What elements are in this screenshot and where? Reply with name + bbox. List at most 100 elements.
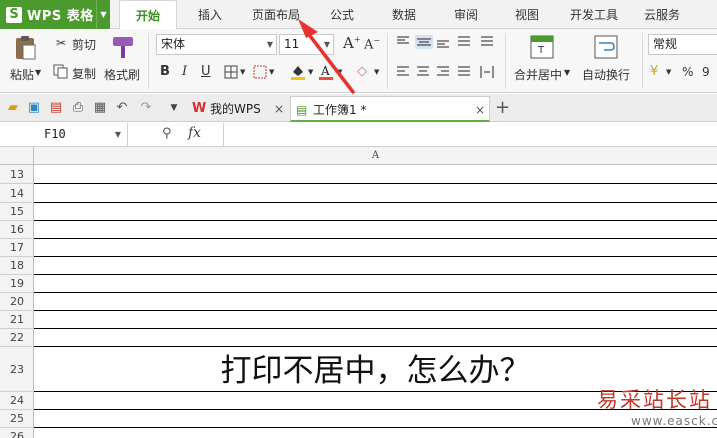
wrap-text-button[interactable]: 自动换行 bbox=[582, 66, 630, 83]
chevron-down-icon[interactable]: ▼ bbox=[337, 68, 342, 76]
tab-insert[interactable]: 插入 bbox=[187, 0, 233, 29]
open-folder-icon[interactable]: ▰ bbox=[5, 100, 21, 116]
ribbon-divider bbox=[148, 33, 149, 89]
chevron-down-icon[interactable]: ▼ bbox=[115, 123, 121, 146]
cut-button[interactable]: 剪切 bbox=[72, 36, 96, 53]
font-size-select[interactable]: 11 ▼ bbox=[279, 34, 334, 55]
format-painter-icon[interactable] bbox=[110, 34, 136, 60]
font-name-value: 宋体 bbox=[161, 37, 186, 51]
doc-tab-label: 我的WPS bbox=[210, 102, 261, 116]
formula-tools: ⚲ fx bbox=[128, 123, 224, 146]
borders-icon[interactable] bbox=[224, 65, 238, 79]
app-menu-button[interactable]: S WPS 表格 ▼ bbox=[0, 0, 110, 29]
percent-button[interactable]: % bbox=[682, 65, 693, 79]
print-preview-icon[interactable]: ▦ bbox=[92, 100, 108, 116]
zoom-search-icon[interactable]: ⚲ bbox=[162, 126, 172, 141]
row-header[interactable]: 26 bbox=[0, 427, 34, 438]
row-header[interactable]: 18 bbox=[0, 256, 34, 274]
tab-page-layout[interactable]: 页面布局 bbox=[243, 0, 309, 29]
select-all-corner[interactable] bbox=[0, 147, 34, 165]
app-menu-caret-icon[interactable]: ▼ bbox=[96, 0, 110, 29]
row-header[interactable]: 13 bbox=[0, 165, 34, 183]
row-border bbox=[34, 238, 717, 239]
paste-button[interactable]: 粘贴 bbox=[10, 66, 34, 83]
tab-cloud-service[interactable]: 云服务 bbox=[636, 0, 688, 29]
underline-button[interactable]: U bbox=[201, 64, 211, 79]
clear-format-icon[interactable]: ◇ bbox=[357, 64, 367, 79]
tab-home[interactable]: 开始 bbox=[119, 0, 177, 30]
row-border bbox=[34, 310, 717, 311]
merge-center-button[interactable]: 合并居中 bbox=[514, 66, 562, 83]
row-header[interactable]: 14 bbox=[0, 184, 34, 202]
tab-developer[interactable]: 开发工具 bbox=[562, 0, 626, 29]
ribbon-divider bbox=[505, 33, 506, 89]
tab-formulas[interactable]: 公式 bbox=[319, 0, 365, 29]
fill-color-icon[interactable] bbox=[290, 63, 306, 81]
wps-w-icon: W bbox=[192, 101, 207, 116]
bold-button[interactable]: B bbox=[160, 64, 170, 79]
row-border bbox=[34, 220, 717, 221]
row-header[interactable]: 23 bbox=[0, 346, 34, 391]
name-box[interactable]: F10 ▼ bbox=[0, 123, 128, 146]
row-header[interactable]: 20 bbox=[0, 292, 34, 310]
cell-style-icon[interactable] bbox=[253, 65, 267, 79]
export-pdf-icon[interactable]: ▤ bbox=[48, 100, 64, 116]
chevron-down-icon[interactable]: ▼ bbox=[240, 68, 245, 76]
row-header[interactable]: 16 bbox=[0, 220, 34, 238]
chevron-down-icon[interactable]: ▼ bbox=[564, 68, 570, 77]
doc-tab-label: 工作簿1 * bbox=[313, 103, 367, 117]
undo-icon[interactable]: ↶ bbox=[114, 100, 130, 116]
row-header[interactable]: 15 bbox=[0, 202, 34, 220]
font-color-icon[interactable]: A bbox=[318, 63, 334, 81]
paste-dropdown-icon[interactable]: ▼ bbox=[35, 68, 41, 77]
format-painter-button[interactable]: 格式刷 bbox=[104, 66, 140, 83]
copy-button[interactable]: 复制 bbox=[72, 65, 96, 82]
row-header[interactable]: 19 bbox=[0, 274, 34, 292]
comma-style-button[interactable]: 9 bbox=[702, 65, 710, 79]
print-icon[interactable]: ⎙ bbox=[70, 100, 86, 116]
redo-icon[interactable]: ↷ bbox=[138, 100, 154, 116]
vertical-align-icons[interactable] bbox=[395, 35, 499, 49]
number-format-select[interactable]: 常规 bbox=[648, 34, 717, 55]
watermark-url: www.easck.com bbox=[631, 414, 717, 428]
insert-function-button[interactable]: fx bbox=[188, 125, 201, 141]
copy-icon[interactable] bbox=[53, 64, 68, 79]
tab-review[interactable]: 审阅 bbox=[443, 0, 489, 29]
row-header[interactable]: 22 bbox=[0, 328, 34, 346]
currency-icon[interactable]: ¥ bbox=[650, 64, 658, 79]
formula-input[interactable] bbox=[225, 123, 717, 146]
save-icon[interactable]: ▣ bbox=[26, 100, 42, 116]
increase-font-icon[interactable]: A+ bbox=[343, 34, 361, 52]
formula-bar: F10 ▼ ⚲ fx bbox=[0, 123, 717, 147]
close-icon[interactable]: × bbox=[475, 97, 485, 123]
row-header-bar: 13 14 15 16 17 18 19 20 21 22 23 24 25 26 bbox=[0, 165, 34, 438]
new-tab-button[interactable]: + bbox=[495, 96, 510, 120]
row-border bbox=[34, 274, 717, 275]
italic-button[interactable]: I bbox=[182, 64, 187, 79]
chevron-down-icon[interactable]: ▼ bbox=[666, 68, 671, 76]
scissors-icon[interactable]: ✂ bbox=[53, 35, 69, 51]
font-name-select[interactable]: 宋体 ▼ bbox=[156, 34, 277, 55]
tab-view[interactable]: 视图 bbox=[504, 0, 550, 29]
close-icon[interactable]: × bbox=[274, 96, 284, 122]
decrease-font-icon[interactable]: A− bbox=[364, 36, 380, 52]
paste-icon[interactable] bbox=[13, 35, 37, 61]
customize-toolbar-icon[interactable]: ▼ bbox=[166, 100, 182, 116]
tab-data[interactable]: 数据 bbox=[381, 0, 427, 29]
row-header[interactable]: 17 bbox=[0, 238, 34, 256]
horizontal-align-icons[interactable] bbox=[395, 65, 499, 79]
wrap-text-icon[interactable] bbox=[594, 35, 618, 59]
merge-center-icon[interactable]: T bbox=[530, 35, 554, 59]
row-border bbox=[34, 292, 717, 293]
doc-tab-workbook1[interactable]: ▤ 工作簿1 * × bbox=[290, 96, 490, 122]
chevron-down-icon[interactable]: ▼ bbox=[374, 68, 379, 76]
svg-text:A: A bbox=[320, 64, 330, 78]
doc-tab-my-wps[interactable]: W 我的WPS × bbox=[190, 96, 288, 122]
row-header[interactable]: 24 bbox=[0, 391, 34, 409]
chevron-down-icon[interactable]: ▼ bbox=[269, 68, 274, 76]
row-header[interactable]: 25 bbox=[0, 409, 34, 427]
chevron-down-icon[interactable]: ▼ bbox=[308, 68, 313, 76]
column-header-a[interactable]: A bbox=[34, 147, 717, 165]
row-header[interactable]: 21 bbox=[0, 310, 34, 328]
number-format-value: 常规 bbox=[653, 37, 678, 51]
